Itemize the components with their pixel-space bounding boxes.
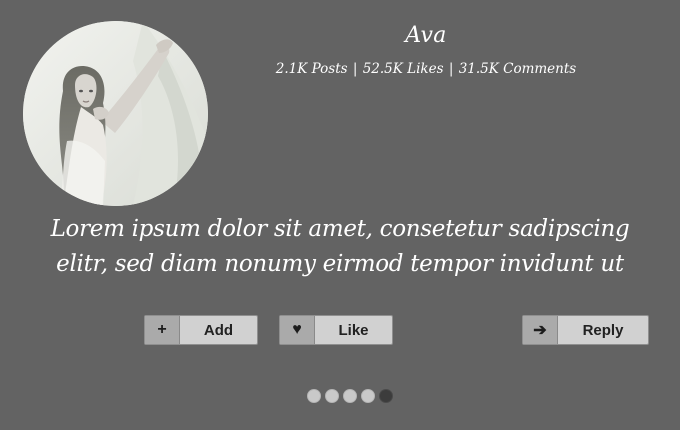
- reply-button[interactable]: ➔ Reply: [522, 315, 649, 345]
- pagination-dot[interactable]: [379, 389, 393, 403]
- like-button-label: Like: [338, 321, 369, 339]
- stats-separator: |: [352, 61, 358, 77]
- plus-icon: +: [145, 316, 180, 344]
- add-button[interactable]: + Add: [144, 315, 258, 345]
- add-button-label: Add: [203, 321, 234, 339]
- likes-count: 52.5K Likes: [362, 61, 444, 77]
- avatar: [23, 21, 208, 206]
- like-button[interactable]: ♥ Like: [279, 315, 393, 345]
- avatar-photo: [23, 21, 208, 206]
- comments-count: 31.5K Comments: [458, 61, 577, 77]
- pagination-dot[interactable]: [325, 389, 339, 403]
- stats-separator: |: [448, 61, 454, 77]
- profile-name: Ava: [405, 23, 447, 48]
- profile-card: Ava 2.1K Posts | 52.5K Likes | 31.5K Com…: [0, 0, 680, 430]
- pagination-dot[interactable]: [307, 389, 321, 403]
- profile-quote: Lorem ipsum dolor sit amet, consetetur s…: [20, 212, 660, 282]
- pagination-dots: [307, 389, 393, 403]
- heart-icon: ♥: [280, 316, 315, 344]
- quote-line: elitr, sed diam nonumy eirmod tempor inv…: [56, 251, 624, 277]
- arrow-right-icon: ➔: [523, 316, 558, 344]
- pagination-dot[interactable]: [361, 389, 375, 403]
- pagination-dot[interactable]: [343, 389, 357, 403]
- profile-stats: 2.1K Posts | 52.5K Likes | 31.5K Comment…: [256, 60, 596, 78]
- quote-line: Lorem ipsum dolor sit amet, consetetur s…: [50, 216, 630, 242]
- reply-button-label: Reply: [582, 321, 624, 339]
- posts-count: 2.1K Posts: [275, 61, 348, 77]
